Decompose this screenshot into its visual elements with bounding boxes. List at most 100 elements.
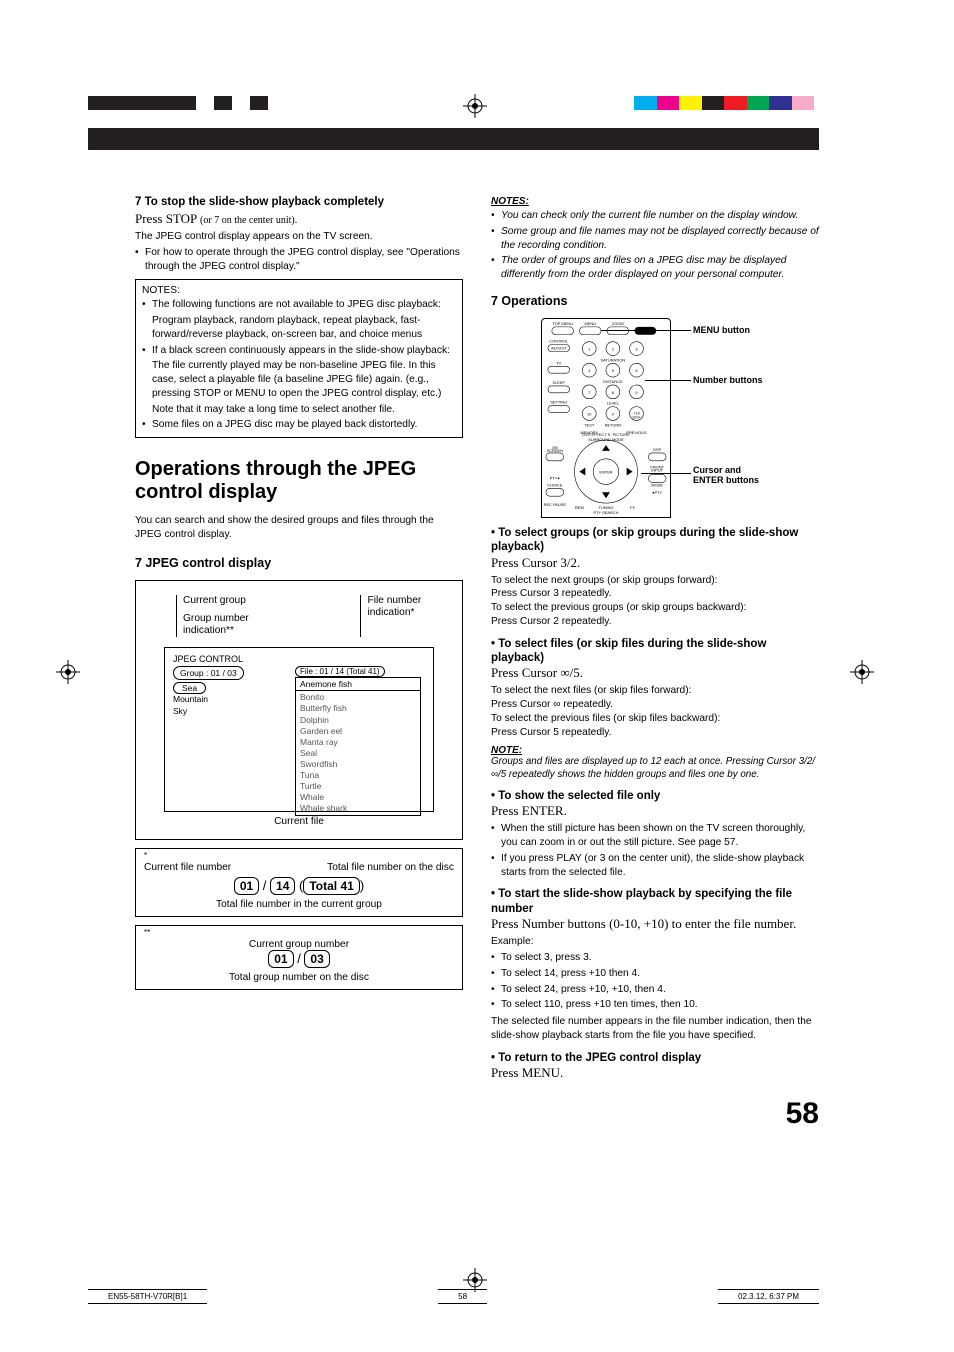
svg-text:MENU: MENU	[584, 321, 596, 326]
panel-title: JPEG CONTROL	[173, 654, 425, 664]
num-total41: Total 41	[303, 877, 359, 895]
notes-item: Some files on a JPEG disc may be played …	[142, 418, 456, 432]
label-number-buttons: Number buttons	[693, 375, 763, 385]
label-total-file-number-disc: Total file number on the disc	[327, 862, 454, 873]
stop-bullet-1: For how to operate through the JPEG cont…	[135, 246, 463, 274]
svg-text:TOP MENU: TOP MENU	[552, 321, 573, 326]
label-current-group-number: Current group number	[144, 939, 454, 950]
svg-text:REC PAUSE: REC PAUSE	[544, 502, 567, 507]
asterisk: *	[144, 851, 454, 860]
note-header-2: NOTE:	[491, 745, 819, 756]
notes-box: NOTES: The following functions are not a…	[135, 279, 463, 438]
heading-stop-slideshow: 7 To stop the slide-show playback comple…	[135, 196, 463, 208]
svg-text:9: 9	[635, 390, 637, 395]
current-file-label: Current file	[146, 816, 452, 827]
svg-text:TEST: TEST	[584, 422, 595, 427]
num-14: 14	[270, 877, 295, 895]
op4-e4: To select 110, press +10 ten times, then…	[491, 998, 819, 1012]
notes-item: The following functions are not availabl…	[142, 298, 456, 312]
op2-l1: To select the next files (or skip files …	[491, 684, 819, 698]
svg-text:CONTROL: CONTROL	[549, 338, 569, 343]
file-anemone: Anemone fish	[296, 678, 420, 691]
svg-text:PTY SEARCH: PTY SEARCH	[593, 510, 618, 515]
file-number-explainer: * Current file number Total file number …	[135, 848, 463, 917]
svg-text:●PTY: ●PTY	[652, 490, 662, 495]
op2-l3: To select the previous files (or skip fi…	[491, 712, 819, 726]
notes-item: The order of groups and files on a JPEG …	[491, 254, 819, 282]
op5-press: Press MENU.	[491, 1065, 819, 1081]
op1-l3: To select the previous groups (or skip g…	[491, 601, 819, 615]
section-intro: You can search and show the desired grou…	[135, 514, 463, 542]
notes-sub: Program playback, random playback, repea…	[152, 314, 456, 342]
jpeg-control-display-heading: 7 JPEG control display	[135, 556, 463, 570]
notes-header: NOTES:	[491, 196, 819, 207]
press-stop-small: (or 7 on the center unit).	[200, 215, 297, 226]
op4-press: Press Number buttons (0-10, +10) to ente…	[491, 916, 819, 932]
note-body-2: Groups and files are displayed up to 12 …	[491, 756, 819, 780]
num-01: 01	[234, 877, 259, 895]
op4-e1: To select 3, press 3.	[491, 951, 819, 965]
svg-text:0: 0	[612, 411, 615, 416]
svg-text:8: 8	[612, 390, 615, 395]
num-g03: 03	[304, 950, 329, 968]
footer-left: EN55-58TH-V70R[B]1	[88, 1289, 207, 1304]
op2-l4: Press Cursor 5 repeatedly.	[491, 726, 819, 740]
svg-text:REW: REW	[575, 505, 584, 510]
op4-e2: To select 14, press +10 then 4.	[491, 967, 819, 981]
svg-text:ZOOM: ZOOM	[612, 321, 624, 326]
num-g01: 01	[268, 950, 293, 968]
label-group-num-indication: Group number indication**	[183, 613, 280, 637]
svg-text:SETTING: SETTING	[550, 400, 567, 405]
op4-example-label: Example:	[491, 935, 819, 949]
svg-text:ENTER: ENTER	[599, 469, 612, 474]
notes-sub: Note that it may take a long time to sel…	[152, 403, 456, 417]
svg-text:TV: TV	[556, 360, 561, 365]
svg-text:5: 5	[612, 368, 615, 373]
op1-press: Press Cursor 3/2.	[491, 555, 819, 571]
press-stop-action: Press STOP (or 7 on the center unit).	[135, 211, 463, 227]
jpeg-control-diagram: Current group Group number indication** …	[135, 580, 463, 841]
op-show-file-head: • To show the selected file only	[491, 789, 819, 803]
op-select-files-head: • To select files (or skip files during …	[491, 637, 819, 666]
label-total-file-number-group: Total file number in the current group	[144, 899, 454, 910]
remote-body-svg: TOP MENU MENU ZOOM CONTROL ADJUST 1 2 3 …	[542, 319, 670, 516]
svg-text:6: 6	[635, 368, 638, 373]
group-number-explainer: ** Current group number 01 / 03 Total gr…	[135, 925, 463, 990]
op2-l2: Press Cursor ∞ repeatedly.	[491, 698, 819, 712]
group-sky: Sky	[173, 706, 273, 717]
footer-right: 02.3.12, 6:37 PM	[718, 1289, 819, 1304]
operations-heading: 7 Operations	[491, 294, 819, 308]
label-file-num-indication: File number indication*	[367, 595, 452, 619]
svg-text:10: 10	[587, 411, 592, 416]
file-list: Bonito Butterfly fish Dolphin Garden eel…	[296, 691, 420, 815]
svg-text:2: 2	[612, 346, 614, 351]
svg-text:100+: 100+	[632, 414, 642, 419]
svg-text:FF: FF	[630, 505, 635, 510]
asterisk2: **	[144, 928, 454, 937]
notes-item: If a black screen continuously appears i…	[142, 344, 456, 358]
page-number: 58	[491, 1097, 819, 1131]
label-total-group-number-disc: Total group number on the disc	[144, 972, 454, 983]
header-black-bar	[88, 128, 819, 150]
op3-press: Press ENTER.	[491, 803, 819, 819]
group-sea: Sea	[173, 682, 206, 694]
notes-item: You can check only the current file numb…	[491, 209, 819, 223]
label-menu-button: MENU button	[693, 325, 750, 335]
file-header-pill: File : 01 / 14 (Total 41)	[295, 666, 385, 677]
press-stop-text: Press STOP	[135, 211, 200, 226]
stop-description: The JPEG control display appears on the …	[135, 230, 463, 244]
registration-mark-icon	[463, 94, 487, 118]
svg-text:4: 4	[588, 368, 591, 373]
notes-sub: The file currently played may be non-bas…	[152, 359, 456, 400]
svg-text:MODE: MODE	[651, 482, 663, 487]
svg-text:LEVEL: LEVEL	[607, 400, 620, 405]
footer-mid: 58	[438, 1289, 487, 1304]
color-registration-left	[88, 96, 268, 110]
op-start-by-number-head: • To start the slide-show playback by sp…	[491, 887, 819, 916]
svg-text:SATURATION: SATURATION	[601, 357, 626, 362]
op1-l4: Press Cursor 2 repeatedly.	[491, 615, 819, 629]
svg-text:RETURN: RETURN	[605, 422, 622, 427]
svg-text:7: 7	[588, 390, 590, 395]
svg-text:SLEEP: SLEEP	[552, 380, 565, 385]
svg-text:CHOICE: CHOICE	[547, 482, 563, 487]
